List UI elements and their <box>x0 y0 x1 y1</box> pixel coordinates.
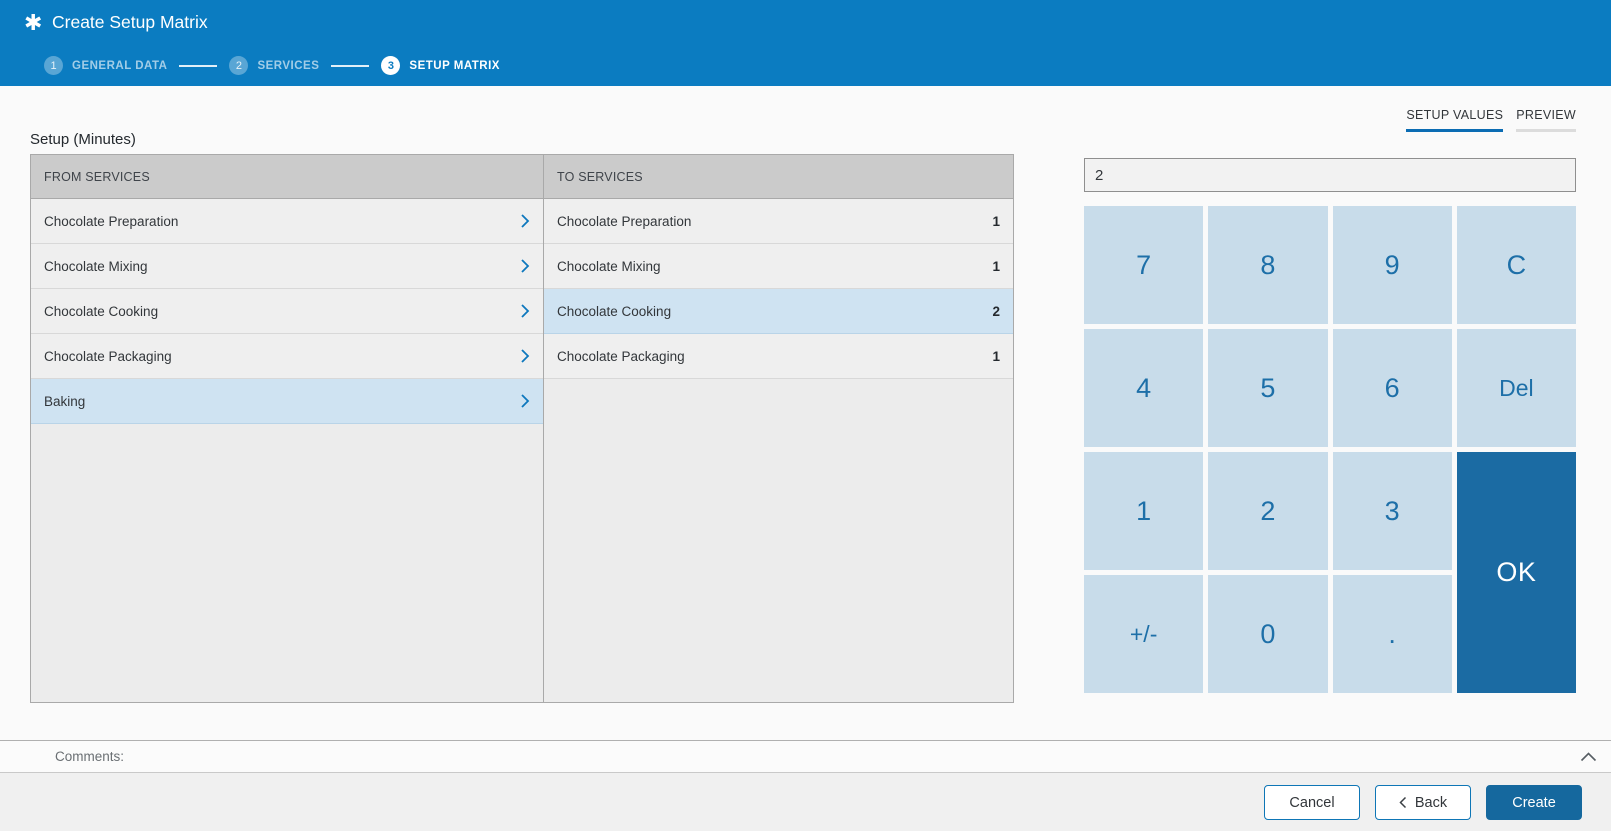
step-services[interactable]: 2 SERVICES <box>229 56 319 75</box>
from-service-row[interactable]: Chocolate Preparation <box>31 199 543 244</box>
cancel-button[interactable]: Cancel <box>1264 785 1360 820</box>
right-panel-tabs: SETUP VALUES PREVIEW <box>1406 108 1576 132</box>
key-9[interactable]: 9 <box>1332 206 1452 324</box>
key-clear[interactable]: C <box>1456 206 1576 324</box>
from-service-row[interactable]: Chocolate Packaging <box>31 334 543 379</box>
chevron-right-icon <box>521 259 530 273</box>
chevron-left-icon <box>1399 796 1406 809</box>
key-2[interactable]: 2 <box>1208 452 1328 570</box>
to-service-row[interactable]: Chocolate Mixing 1 <box>544 244 1013 289</box>
step-2-circle: 2 <box>229 56 249 75</box>
key-0[interactable]: 0 <box>1208 575 1328 693</box>
tab-preview[interactable]: PREVIEW <box>1516 108 1576 132</box>
to-service-value: 1 <box>992 258 1000 274</box>
wizard-header: ✱ Create Setup Matrix 1 GENERAL DATA 2 S… <box>0 0 1611 86</box>
chevron-up-icon <box>1580 752 1597 762</box>
setup-matrix-table: FROM SERVICES Chocolate Preparation Choc… <box>30 154 1014 703</box>
to-services-column: TO SERVICES Chocolate Preparation 1 Choc… <box>544 155 1013 702</box>
chevron-right-icon <box>521 394 530 408</box>
to-service-label: Chocolate Cooking <box>557 303 672 319</box>
to-service-label: Chocolate Preparation <box>557 213 692 229</box>
from-service-label: Baking <box>44 393 86 409</box>
asterisk-icon: ✱ <box>24 10 43 35</box>
from-service-label: Chocolate Packaging <box>44 348 172 364</box>
create-setup-matrix-window: ✱ Create Setup Matrix 1 GENERAL DATA 2 S… <box>0 0 1611 831</box>
from-service-row[interactable]: Chocolate Mixing <box>31 244 543 289</box>
step-1-circle: 1 <box>44 56 63 75</box>
chevron-right-icon <box>521 214 530 228</box>
step-general-data[interactable]: 1 GENERAL DATA <box>44 56 167 75</box>
from-service-row[interactable]: Chocolate Cooking <box>31 289 543 334</box>
numeric-keypad: 7 8 9 C 4 5 6 Del 1 2 3 OK +/- 0 . <box>1084 206 1576 693</box>
to-services-header: TO SERVICES <box>544 155 1013 199</box>
setup-value-input[interactable] <box>1084 158 1576 192</box>
step-3-circle: 3 <box>381 56 401 75</box>
create-button[interactable]: Create <box>1486 785 1582 820</box>
footer-bar: Cancel Back Create <box>0 773 1611 831</box>
step-connector <box>179 64 218 67</box>
key-6[interactable]: 6 <box>1332 329 1452 447</box>
key-4[interactable]: 4 <box>1084 329 1204 447</box>
comments-label: Comments: <box>55 749 125 764</box>
back-button[interactable]: Back <box>1375 785 1471 820</box>
step-connector <box>331 64 370 67</box>
key-5[interactable]: 5 <box>1208 329 1328 447</box>
to-service-value: 1 <box>992 348 1000 364</box>
page-title: Create Setup Matrix <box>52 12 208 32</box>
key-ok[interactable]: OK <box>1456 452 1576 693</box>
to-service-label: Chocolate Packaging <box>557 348 685 364</box>
step-1-label: GENERAL DATA <box>72 59 168 72</box>
from-service-row-selected[interactable]: Baking <box>31 379 543 424</box>
key-8[interactable]: 8 <box>1208 206 1328 324</box>
step-setup-matrix[interactable]: 3 SETUP MATRIX <box>381 56 500 75</box>
tab-setup-values[interactable]: SETUP VALUES <box>1406 108 1504 132</box>
to-service-row-selected[interactable]: Chocolate Cooking 2 <box>544 289 1013 334</box>
from-services-header: FROM SERVICES <box>31 155 543 199</box>
back-button-label: Back <box>1414 794 1448 811</box>
comments-bar: Comments: <box>0 740 1611 773</box>
collapse-comments-button[interactable] <box>1580 750 1597 765</box>
key-decimal[interactable]: . <box>1332 575 1452 693</box>
chevron-right-icon <box>521 304 530 318</box>
to-service-value: 1 <box>992 213 1000 229</box>
chevron-right-icon <box>521 349 530 363</box>
cancel-button-label: Cancel <box>1289 794 1335 811</box>
from-service-label: Chocolate Preparation <box>44 213 179 229</box>
to-service-value: 2 <box>992 303 1000 319</box>
key-delete[interactable]: Del <box>1456 329 1576 447</box>
setup-minutes-label: Setup (Minutes) <box>30 131 136 148</box>
wizard-step-indicator: 1 GENERAL DATA 2 SERVICES 3 SETUP MATRIX <box>44 56 500 75</box>
from-service-label: Chocolate Mixing <box>44 258 148 274</box>
key-7[interactable]: 7 <box>1084 206 1204 324</box>
step-3-label: SETUP MATRIX <box>409 59 500 72</box>
to-service-label: Chocolate Mixing <box>557 258 661 274</box>
key-3[interactable]: 3 <box>1332 452 1452 570</box>
step-2-label: SERVICES <box>257 59 320 72</box>
to-service-row[interactable]: Chocolate Packaging 1 <box>544 334 1013 379</box>
key-1[interactable]: 1 <box>1084 452 1204 570</box>
footer-buttons: Cancel Back Create <box>1264 785 1582 820</box>
key-plus-minus[interactable]: +/- <box>1084 575 1204 693</box>
create-button-label: Create <box>1512 794 1556 811</box>
from-service-label: Chocolate Cooking <box>44 303 159 319</box>
from-services-column: FROM SERVICES Chocolate Preparation Choc… <box>31 155 544 702</box>
to-service-row[interactable]: Chocolate Preparation 1 <box>544 199 1013 244</box>
